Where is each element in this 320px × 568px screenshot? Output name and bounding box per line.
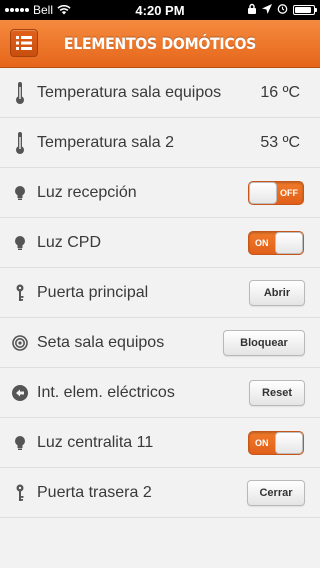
signal-strength-icon [5,8,29,12]
light-bulb-icon [12,431,28,455]
light-toggle-switch[interactable]: ON [248,430,304,455]
nav-bar: ELEMENTOS DOMÓTICOS [0,20,320,68]
thermometer-icon [12,81,28,105]
list-item: Luz CPD ON [0,218,320,268]
carrier-name: Bell [33,3,54,17]
row-label: Temperatura sala 2 [37,133,174,151]
temperature-value: 53 ºC [260,133,300,151]
light-toggle-switch[interactable]: OFF [248,180,304,205]
list-item: Luz centralita 11 ON [0,418,320,468]
toggle-knob [249,181,277,204]
toggle-state-label: ON [255,237,269,248]
toggle-state-label: OFF [280,187,298,198]
list-item: Seta sala equipos Bloquear [0,318,320,368]
light-bulb-icon [12,231,28,255]
row-label: Temperatura sala equipos [37,83,222,101]
battery-icon [293,5,317,15]
list-item: Temperatura sala 2 53 ºC [0,118,320,168]
wifi-icon [57,5,71,15]
light-bulb-icon [12,181,28,205]
reset-arrow-icon [12,381,28,405]
list-item: Puerta principal Abrir [0,268,320,318]
light-toggle-switch[interactable]: ON [248,230,304,255]
temperature-value: 16 ºC [260,83,300,101]
status-right [247,3,317,17]
list-item: Puerta trasera 2 Cerrar [0,468,320,518]
reset-button[interactable]: Reset [249,379,305,406]
toggle-state-label: ON [255,437,269,448]
key-icon [12,281,28,305]
toggle-knob [275,431,303,454]
emergency-stop-icon [12,331,28,355]
lock-rotation-icon [247,3,257,17]
list-item: Luz recepción OFF [0,168,320,218]
list-item: Temperatura sala equipos 16 ºC [0,68,320,118]
lock-button[interactable]: Bloquear [223,329,305,356]
alarm-icon [277,3,288,17]
key-icon [12,481,28,505]
list-item: Int. elem. eléctricos Reset [0,368,320,418]
close-door-button[interactable]: Cerrar [247,479,305,506]
page-title: ELEMENTOS DOMÓTICOS [63,34,257,53]
device-list: Temperatura sala equipos 16 ºC Temperatu… [0,68,320,518]
status-bar: Bell 4:20 PM [0,0,320,20]
location-arrow-icon [262,3,272,17]
open-door-button[interactable]: Abrir [249,279,305,306]
status-left: Bell [5,3,71,17]
toggle-knob [275,231,303,254]
thermometer-icon [12,131,28,155]
